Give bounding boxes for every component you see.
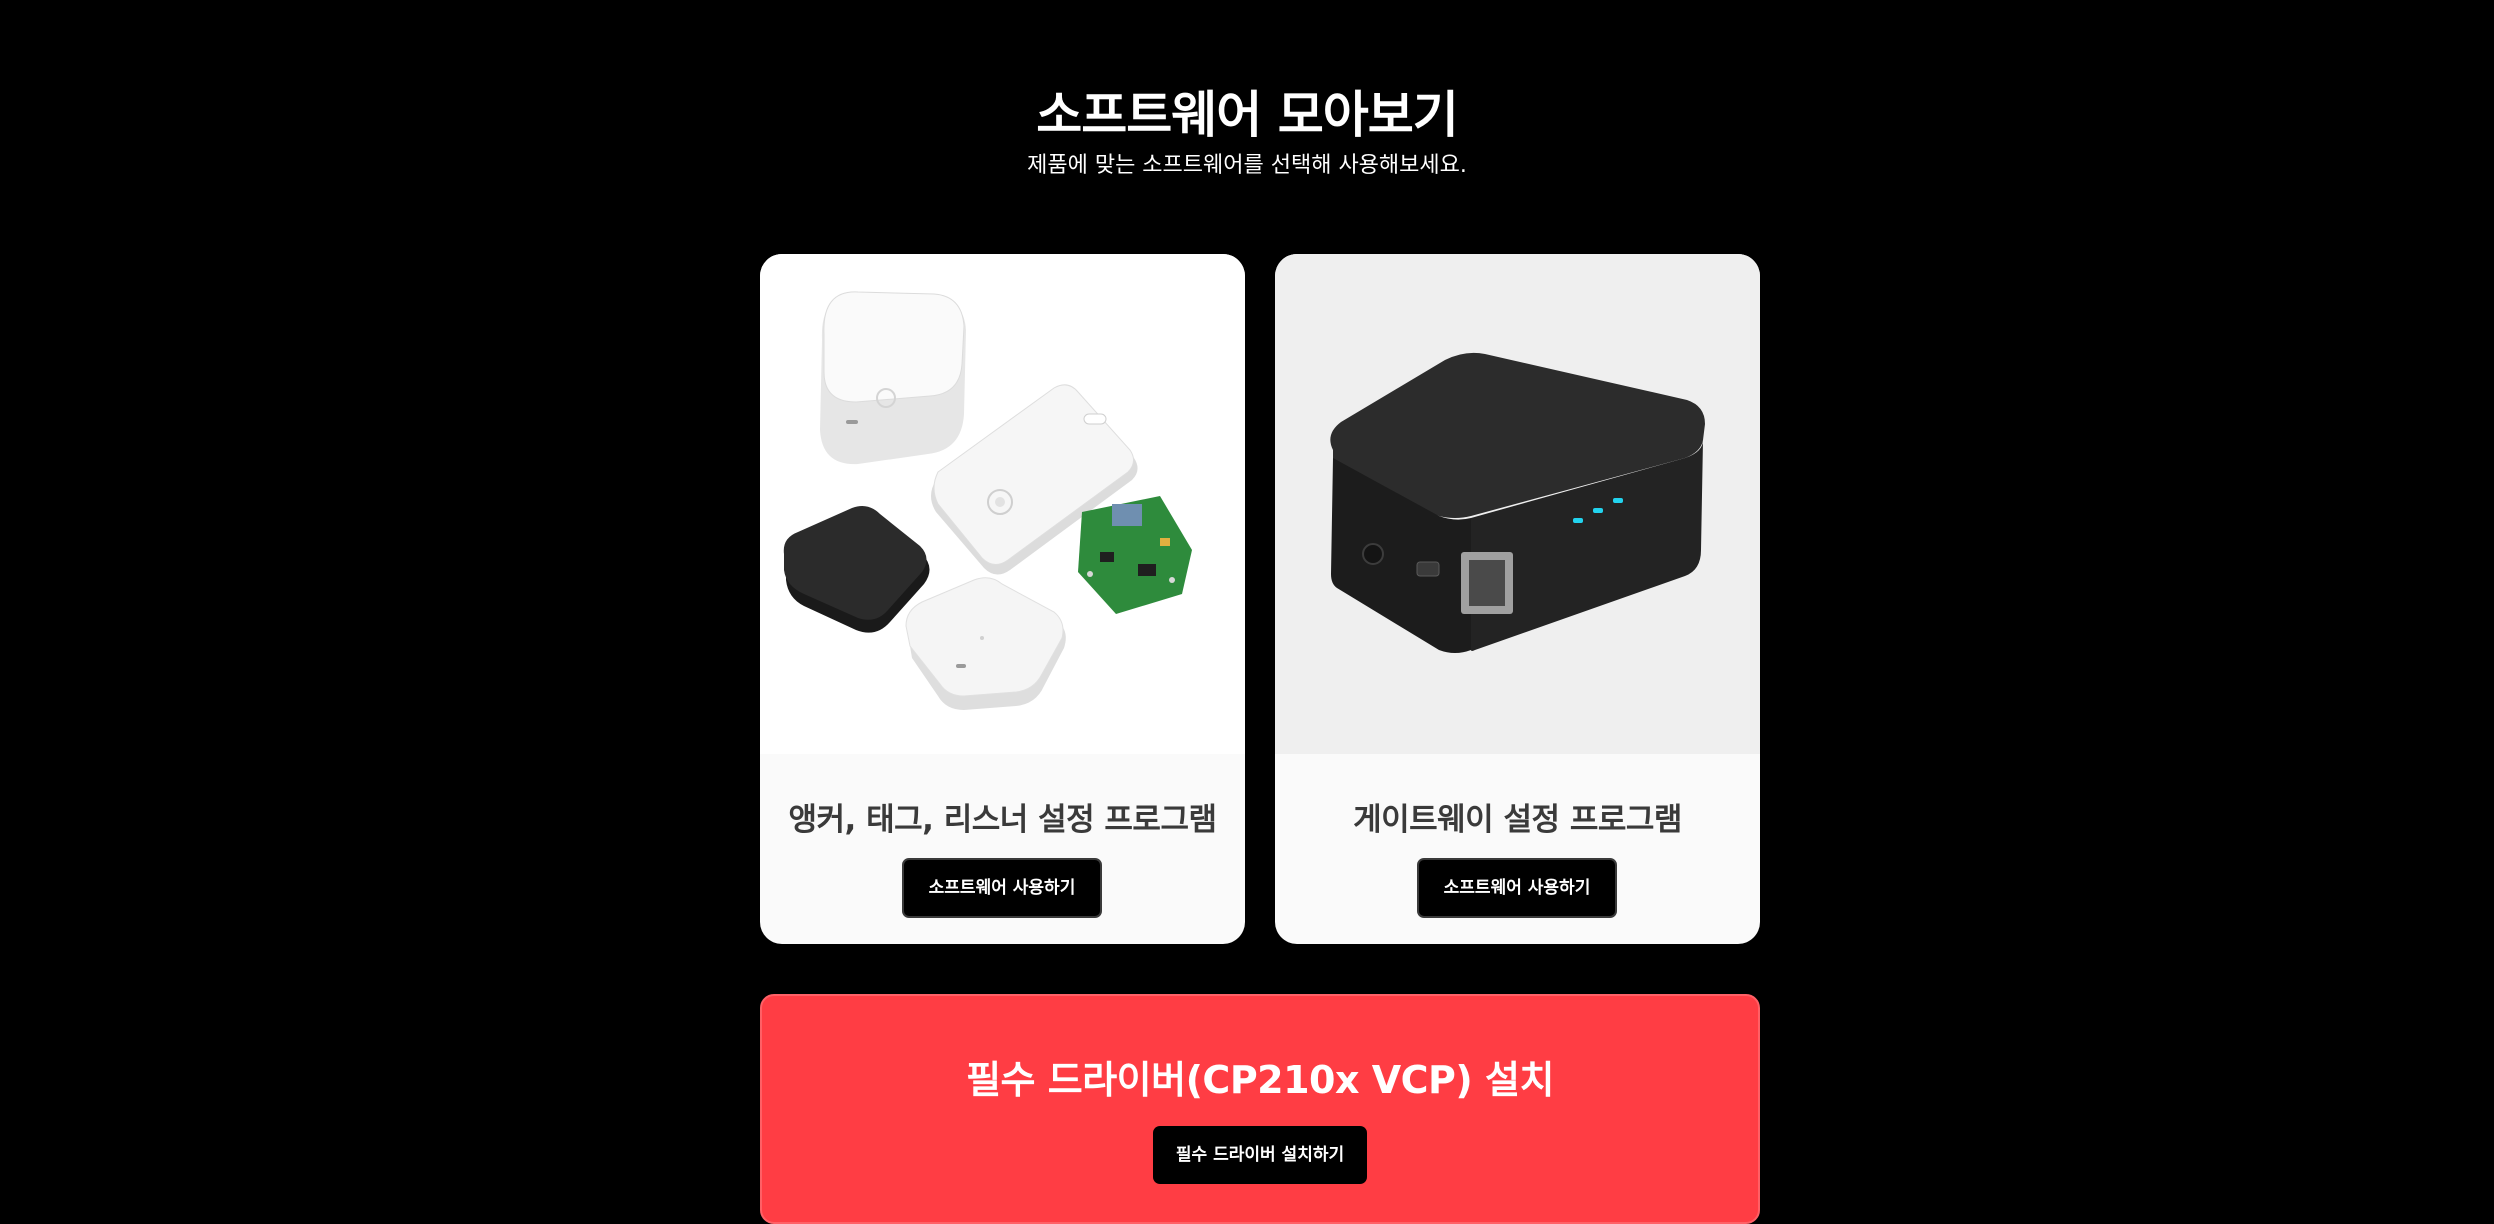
card-title: 앵커, 태그, 리스너 설정 프로그램 — [788, 802, 1217, 838]
small-tag-device-shape — [905, 577, 1066, 710]
driver-install-panel: 필수 드라이버(CP210x VCP) 설치 필수 드라이버 설치하기 — [760, 994, 1760, 1224]
driver-title: 필수 드라이버(CP210x VCP) 설치 — [966, 1058, 1554, 1102]
use-software-button[interactable]: 소프트웨어 사용하기 — [902, 858, 1102, 918]
listener-black-device-shape — [783, 506, 930, 633]
page-title: 소프트웨어 모아보기 — [1036, 86, 1458, 144]
anchor-tag-listener-devices-image — [760, 254, 1245, 754]
page-subtitle: 제품에 맞는 소프트웨어를 선택해 사용해보세요. — [1027, 153, 1467, 178]
use-software-button[interactable]: 소프트웨어 사용하기 — [1417, 858, 1617, 918]
gateway-device-image — [1275, 254, 1760, 754]
anchor-device-shape — [820, 291, 966, 465]
install-driver-button[interactable]: 필수 드라이버 설치하기 — [1153, 1126, 1367, 1184]
gateway-device-shape — [1330, 352, 1705, 653]
circuit-board-shape — [1078, 496, 1192, 614]
software-card-anchor-tag-listener: 앵커, 태그, 리스너 설정 프로그램 소프트웨어 사용하기 — [760, 254, 1245, 944]
software-card-gateway: 게이트웨이 설정 프로그램 소프트웨어 사용하기 — [1275, 254, 1760, 944]
card-title: 게이트웨이 설정 프로그램 — [1353, 802, 1682, 838]
